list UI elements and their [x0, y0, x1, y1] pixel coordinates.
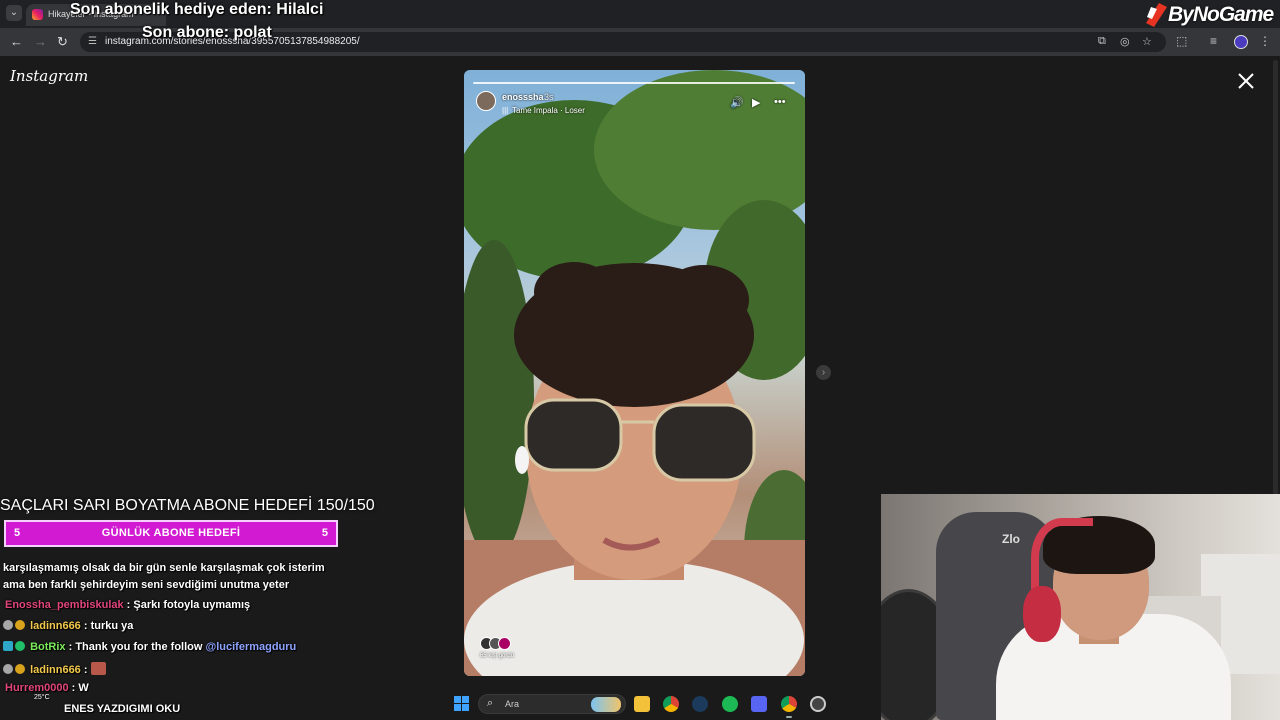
- file-explorer-icon[interactable]: [634, 696, 650, 712]
- badge-icon: [3, 620, 13, 630]
- goal-title: SAÇLARI SARI BOYATMA ABONE HEDEFİ 150/15…: [0, 497, 375, 514]
- site-info-icon[interactable]: ☰: [88, 36, 97, 47]
- chat-message: ladinn666 :: [3, 662, 106, 676]
- volume-icon[interactable]: 🔊: [730, 96, 744, 109]
- chat-username: ladinn666: [30, 620, 81, 632]
- taskbar-search[interactable]: ⌕ Ara: [478, 694, 626, 714]
- next-story-button[interactable]: ›: [816, 365, 831, 380]
- close-icon[interactable]: [1236, 71, 1256, 91]
- install-icon[interactable]: ⧉: [1098, 35, 1106, 48]
- badge-icon: [3, 664, 13, 674]
- headphones-icon: [1023, 586, 1061, 642]
- viewer-avatar: [498, 637, 511, 650]
- bot-badge-icon: [3, 641, 13, 651]
- viewer-avatars[interactable]: [480, 637, 520, 651]
- instagram-logo[interactable]: Instagram: [10, 67, 88, 85]
- chat-text: Şarkı fotoyla uymamış: [133, 599, 251, 611]
- search-highlight-icon: [591, 697, 621, 712]
- story-photo-illustration: [464, 70, 805, 676]
- emote-icon: [90, 662, 106, 675]
- story-progress-bar: [473, 82, 795, 84]
- story-username[interactable]: enosssha: [502, 92, 544, 102]
- story-time: 3s: [544, 92, 554, 102]
- goal-target: 5: [321, 527, 328, 539]
- chrome-active-icon[interactable]: [781, 696, 797, 712]
- goal-label: GÜNLÜK ABONE HEDEFİ: [101, 527, 241, 539]
- active-app-indicator: [786, 716, 792, 718]
- chair-logo-icon: Zlo: [1002, 532, 1020, 546]
- bookmark-star-icon[interactable]: ☆: [1142, 35, 1152, 48]
- chat-message: ENES YAZDIGIMI OKU: [64, 703, 180, 715]
- chat-message: ladinn666 : turku ya: [3, 620, 133, 632]
- spotify-icon[interactable]: [722, 696, 738, 712]
- eye-off-icon[interactable]: ◎: [1120, 35, 1130, 48]
- chat-text: W: [78, 682, 89, 694]
- alert-line: ama ben farklı şehirdeyim seni sevdiğimi…: [3, 579, 290, 591]
- play-icon[interactable]: ▶: [752, 96, 760, 109]
- chat-mention: @lucifermagduru: [205, 641, 297, 653]
- alert-line: karşılaşmamış olsak da bir gün senle kar…: [3, 562, 325, 574]
- sub-badge-icon: [15, 664, 25, 674]
- webcam-overlay: Zlo: [881, 494, 1280, 720]
- chat-separator: :: [83, 620, 91, 632]
- viewers-count[interactable]: 65 kişi gördü: [480, 653, 514, 659]
- extensions-icon[interactable]: ⬚: [1176, 34, 1187, 48]
- story-card[interactable]: enosssha 3s ||| Tame Impala · Loser 🔊 ▶ …: [464, 70, 805, 676]
- story-music[interactable]: Tame Impala · Loser: [512, 106, 585, 115]
- last-sub-overlay: Son abone: polat: [142, 24, 272, 41]
- chat-text: turku ya: [90, 620, 134, 632]
- chat-message: Enossha_pembiskulak : Şarkı fotoyla uyma…: [5, 599, 250, 611]
- obs-icon[interactable]: [810, 696, 826, 712]
- chat-username: Hurrem0000: [5, 682, 69, 694]
- chat-username: ladinn666: [30, 664, 81, 676]
- media-controls-icon[interactable]: ≡: [1210, 34, 1217, 48]
- bynogame-logo-icon: [1146, 3, 1167, 27]
- chat-text: Thank you for the follow: [75, 641, 206, 653]
- more-options-icon[interactable]: •••: [774, 96, 786, 108]
- sponsor-name: ByNoGame: [1168, 3, 1274, 26]
- tab-search-button[interactable]: ⌄: [6, 5, 22, 21]
- discord-icon[interactable]: [751, 696, 767, 712]
- chat-text: ENES YAZDIGIMI OKU: [64, 703, 181, 715]
- windows-start-icon[interactable]: [454, 696, 470, 712]
- instagram-favicon-icon: [32, 9, 43, 20]
- chat-username: BotRix: [30, 641, 66, 653]
- search-placeholder: Ara: [505, 699, 520, 709]
- forward-button[interactable]: →: [34, 34, 47, 50]
- back-button[interactable]: ←: [10, 34, 23, 50]
- reload-button[interactable]: ↻: [57, 34, 68, 50]
- chat-username: Enossha_pembiskulak: [5, 599, 124, 611]
- chat-separator: :: [83, 664, 91, 676]
- story-avatar[interactable]: [476, 91, 496, 111]
- daily-sub-goal-bar: 5 GÜNLÜK ABONE HEDEFİ 5: [4, 520, 338, 547]
- more-menu-icon[interactable]: ⋮: [1259, 34, 1271, 48]
- music-bars-icon: |||: [502, 106, 509, 115]
- last-gift-overlay: Son abonelik hediye eden: Hilalci: [70, 1, 324, 18]
- steam-icon[interactable]: [692, 696, 708, 712]
- chrome-icon[interactable]: [663, 696, 679, 712]
- verified-badge-icon: [15, 641, 25, 651]
- chat-message: BotRix : Thank you for the follow @lucif…: [3, 641, 296, 653]
- weather-widget[interactable]: 25°C: [34, 694, 50, 701]
- chat-message: Hurrem0000 : W: [5, 682, 89, 694]
- profile-avatar[interactable]: [1234, 35, 1248, 49]
- sub-badge-icon: [15, 620, 25, 630]
- search-icon: ⌕: [487, 697, 494, 709]
